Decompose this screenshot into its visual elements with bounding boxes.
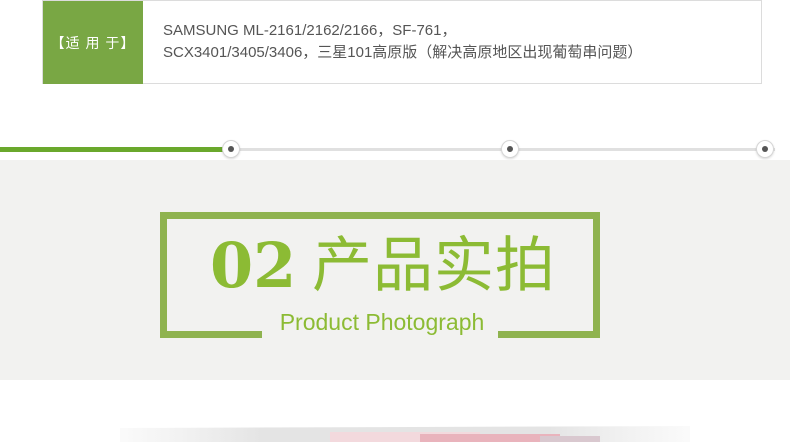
section-divider [0, 140, 790, 160]
divider-dot-icon [756, 140, 774, 158]
section-title: 产品实拍 [312, 231, 556, 301]
models-line-2: SCX3401/3405/3406，三星101高原版（解决高原地区出现葡萄串问题… [163, 44, 643, 61]
applicable-label: 【适 用 于】 [43, 1, 143, 84]
divider-dot-icon [222, 140, 240, 158]
applicable-models-text: SAMSUNG ML-2161/2162/2166，SF-761， SCX340… [163, 20, 743, 64]
section-subtitle: Product Photograph [279, 309, 485, 335]
product-photo-preview [120, 426, 690, 442]
section-number: 02 [210, 229, 297, 302]
divider-dot-icon [501, 140, 519, 158]
models-line-1: SAMSUNG ML-2161/2162/2166，SF-761， [163, 22, 457, 39]
applicable-models-row: 【适 用 于】 SAMSUNG ML-2161/2162/2166，SF-761… [42, 0, 762, 84]
divider-green-bar [0, 147, 230, 152]
